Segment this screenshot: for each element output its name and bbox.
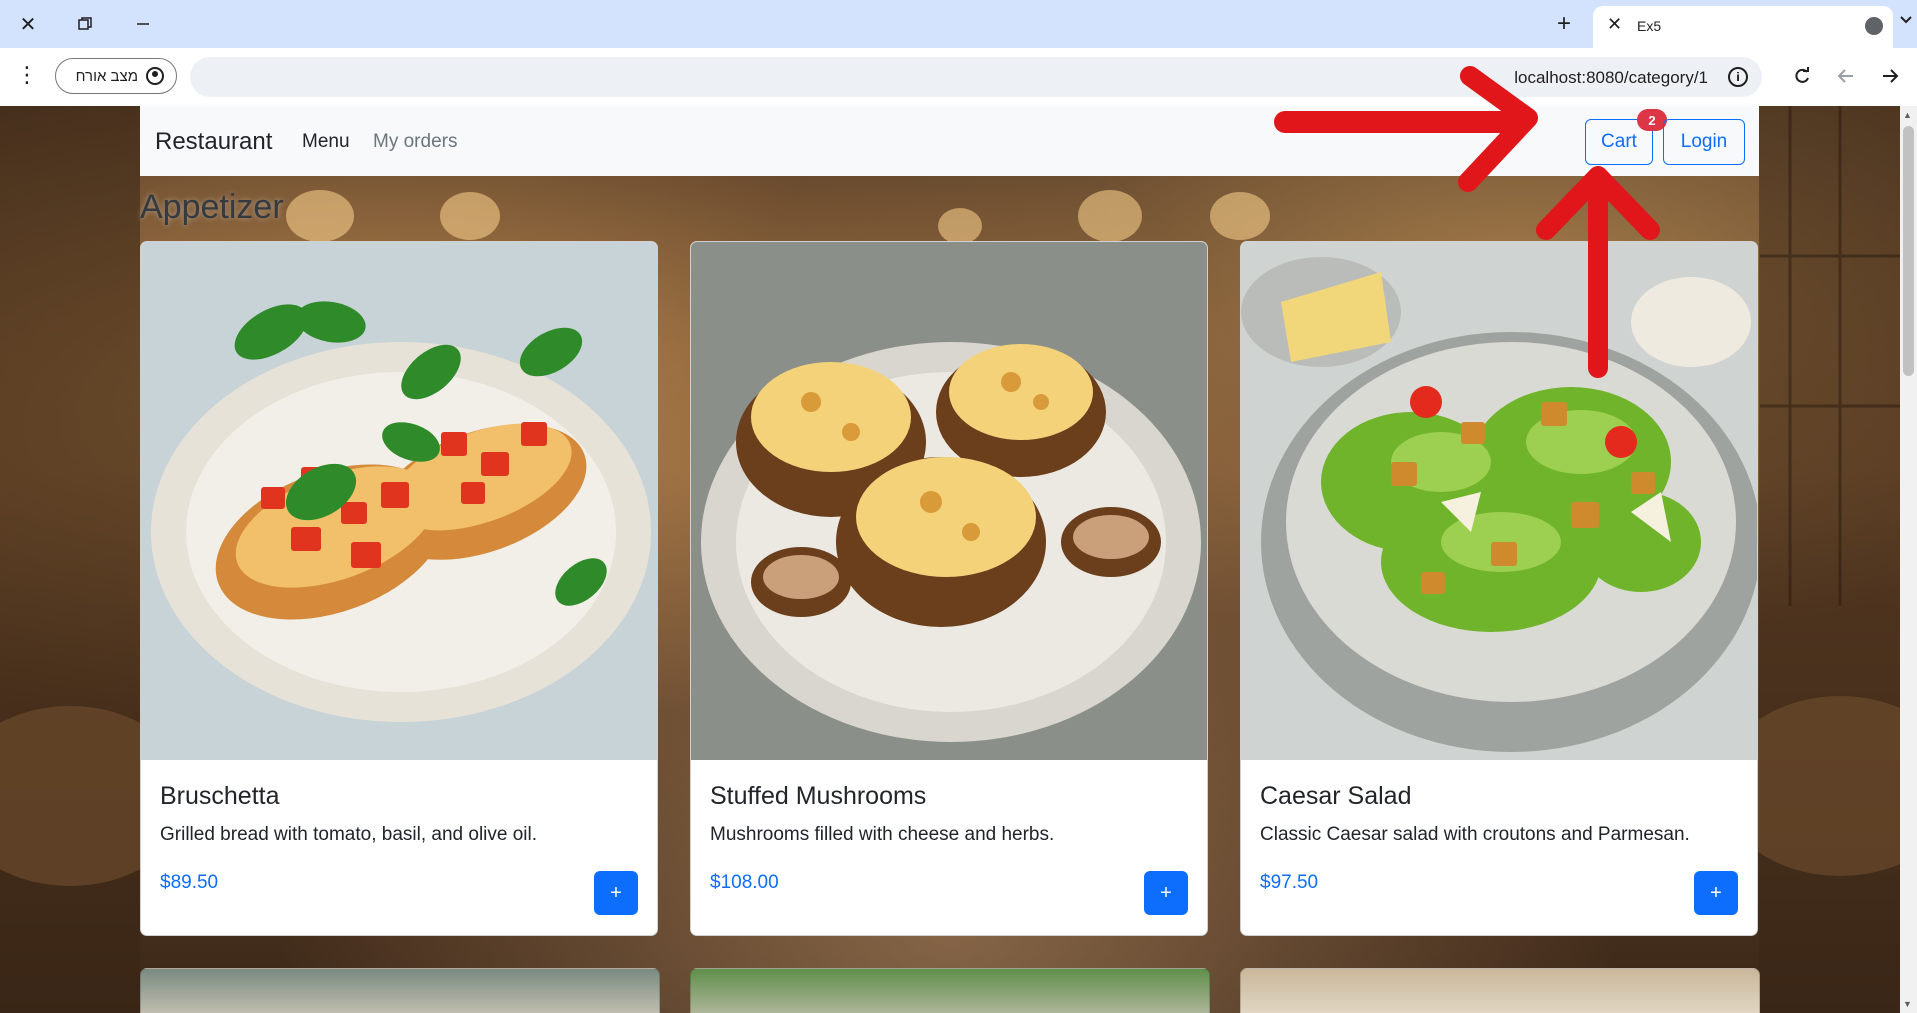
url-text[interactable]: localhost:8080/category/1 xyxy=(1514,68,1708,88)
browser-tab[interactable]: ✕ Ex5 xyxy=(1593,6,1893,48)
browser-menu-icon[interactable]: ⋮ xyxy=(16,62,38,88)
item-name: Bruschetta xyxy=(160,782,280,810)
scroll-up-arrow-icon[interactable]: ▲ xyxy=(1903,110,1912,120)
site-info-icon[interactable]: i xyxy=(1728,67,1748,87)
menu-item-card-partial xyxy=(140,968,660,1013)
address-bar[interactable]: localhost:8080/category/1 i xyxy=(190,57,1762,97)
brand-link[interactable]: Restaurant xyxy=(155,128,272,156)
item-description: Classic Caesar salad with croutons and P… xyxy=(1260,824,1690,845)
nav-menu-link[interactable]: Menu xyxy=(302,131,350,153)
profile-label: מצב אורח xyxy=(75,67,138,85)
item-name: Caesar Salad xyxy=(1260,782,1412,810)
back-arrow-icon[interactable] xyxy=(1836,66,1856,92)
tab-close-icon[interactable]: ✕ xyxy=(1607,14,1622,35)
close-window-icon[interactable]: ✕ xyxy=(13,10,43,38)
item-price: $108.00 xyxy=(710,872,779,893)
tab-title: Ex5 xyxy=(1637,18,1662,34)
menu-item-card: Stuffed Mushrooms Mushrooms filled with … xyxy=(690,241,1208,936)
item-price: $89.50 xyxy=(160,872,219,893)
item-name: Stuffed Mushrooms xyxy=(710,782,927,810)
browser-toolbar: ⋮ מצב אורח localhost:8080/category/1 i xyxy=(0,48,1917,106)
add-to-cart-button[interactable]: + xyxy=(1144,871,1188,915)
nav-my-orders-link[interactable]: My orders xyxy=(373,131,457,153)
profile-icon xyxy=(146,67,164,85)
browser-titlebar: ✕ + ✕ Ex5 xyxy=(0,0,1917,48)
stuffed-mushrooms-image xyxy=(691,242,1207,760)
globe-icon xyxy=(1865,17,1883,35)
item-price: $97.50 xyxy=(1260,872,1319,893)
tab-search-chevron-icon[interactable] xyxy=(1899,12,1913,30)
page-viewport: Restaurant Menu My orders Cart 2 Login A… xyxy=(0,106,1900,1013)
page-scrollbar[interactable]: ▲ ▼ xyxy=(1900,106,1917,1013)
restore-window-icon[interactable] xyxy=(70,10,100,38)
login-button[interactable]: Login xyxy=(1663,119,1745,165)
menu-item-card: Caesar Salad Classic Caesar salad with c… xyxy=(1240,241,1758,936)
reload-icon[interactable] xyxy=(1792,66,1812,92)
item-description: Grilled bread with tomato, basil, and ol… xyxy=(160,824,538,845)
add-to-cart-button[interactable]: + xyxy=(594,871,638,915)
forward-arrow-icon[interactable] xyxy=(1880,66,1900,92)
add-to-cart-button[interactable]: + xyxy=(1694,871,1738,915)
menu-item-card: Bruschetta Grilled bread with tomato, ba… xyxy=(140,241,658,936)
guest-profile-button[interactable]: מצב אורח xyxy=(55,58,177,94)
item-description: Mushrooms filled with cheese and herbs. xyxy=(710,824,1055,845)
category-title: Appetizer xyxy=(140,188,284,226)
site-navbar: Restaurant Menu My orders Cart 2 Login xyxy=(140,106,1759,176)
new-tab-button[interactable]: + xyxy=(1557,10,1571,38)
scrollbar-thumb[interactable] xyxy=(1903,126,1914,376)
bruschetta-image xyxy=(141,242,657,760)
menu-item-card-partial xyxy=(1240,968,1760,1013)
minimize-window-icon[interactable] xyxy=(128,10,158,38)
caesar-salad-image xyxy=(1241,242,1757,760)
menu-item-card-partial xyxy=(690,968,1210,1013)
scroll-down-arrow-icon[interactable]: ▼ xyxy=(1903,999,1912,1009)
